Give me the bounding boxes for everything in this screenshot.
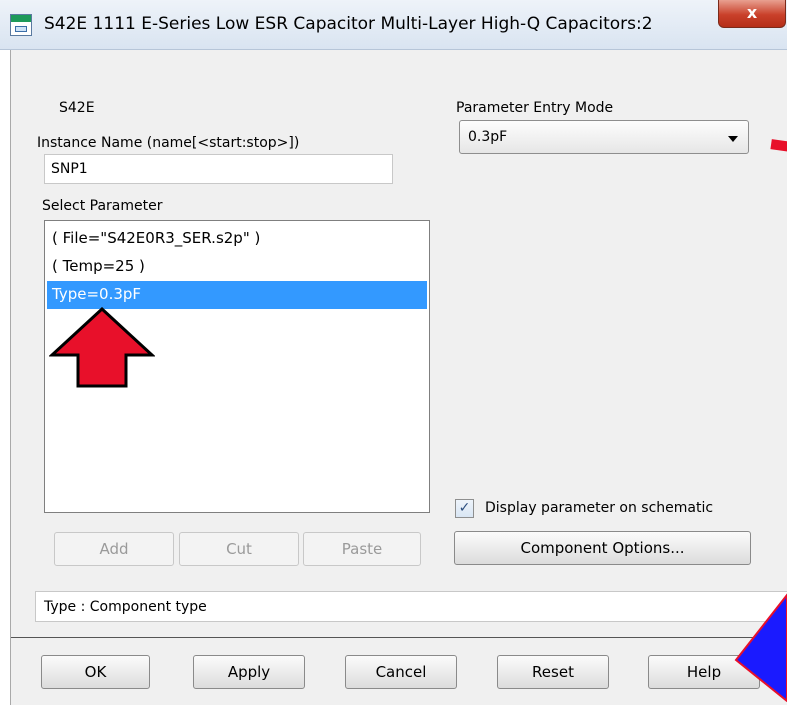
checkbox-box[interactable]: ✓: [455, 499, 474, 518]
window-title: S42E 1111 E-Series Low ESR Capacitor Mul…: [44, 14, 653, 34]
chevron-down-icon: [728, 136, 738, 142]
component-options-button[interactable]: Component Options...: [454, 531, 751, 565]
add-button[interactable]: Add: [54, 532, 174, 566]
list-item[interactable]: ( Temp=25 ): [47, 253, 427, 281]
separator: [11, 637, 787, 638]
parameter-entry-mode-label: Parameter Entry Mode: [456, 100, 614, 116]
parameter-entry-mode-value: 0.3pF: [468, 129, 508, 145]
component-name-label: S42E: [59, 100, 95, 116]
annotation-up-arrow-icon: [49, 307, 155, 388]
list-item[interactable]: ( File="S42E0R3_SER.s2p" ): [47, 225, 427, 253]
title-bar: S42E 1111 E-Series Low ESR Capacitor Mul…: [0, 0, 787, 50]
reset-button[interactable]: Reset: [497, 655, 609, 689]
parameter-entry-mode-select[interactable]: 0.3pF: [459, 120, 749, 154]
cancel-button[interactable]: Cancel: [345, 655, 457, 689]
annotation-blue-marker: [734, 593, 787, 702]
ok-button[interactable]: OK: [41, 655, 150, 689]
app-icon: [10, 14, 32, 36]
cut-button[interactable]: Cut: [179, 532, 299, 566]
dialog-body: S42E Instance Name (name[<start:stop>]) …: [10, 50, 787, 705]
paste-button[interactable]: Paste: [303, 532, 421, 566]
status-field: Type : Component type: [35, 591, 787, 622]
instance-name-label: Instance Name (name[<start:stop>]): [37, 135, 300, 151]
list-item[interactable]: Type=0.3pF: [47, 281, 427, 309]
annotation-red-marker: [770, 139, 787, 153]
display-parameter-label: Display parameter on schematic: [485, 500, 714, 516]
instance-name-input[interactable]: SNP1: [44, 154, 393, 184]
close-button[interactable]: x: [718, 0, 786, 28]
select-parameter-label: Select Parameter: [42, 198, 163, 214]
apply-button[interactable]: Apply: [193, 655, 305, 689]
